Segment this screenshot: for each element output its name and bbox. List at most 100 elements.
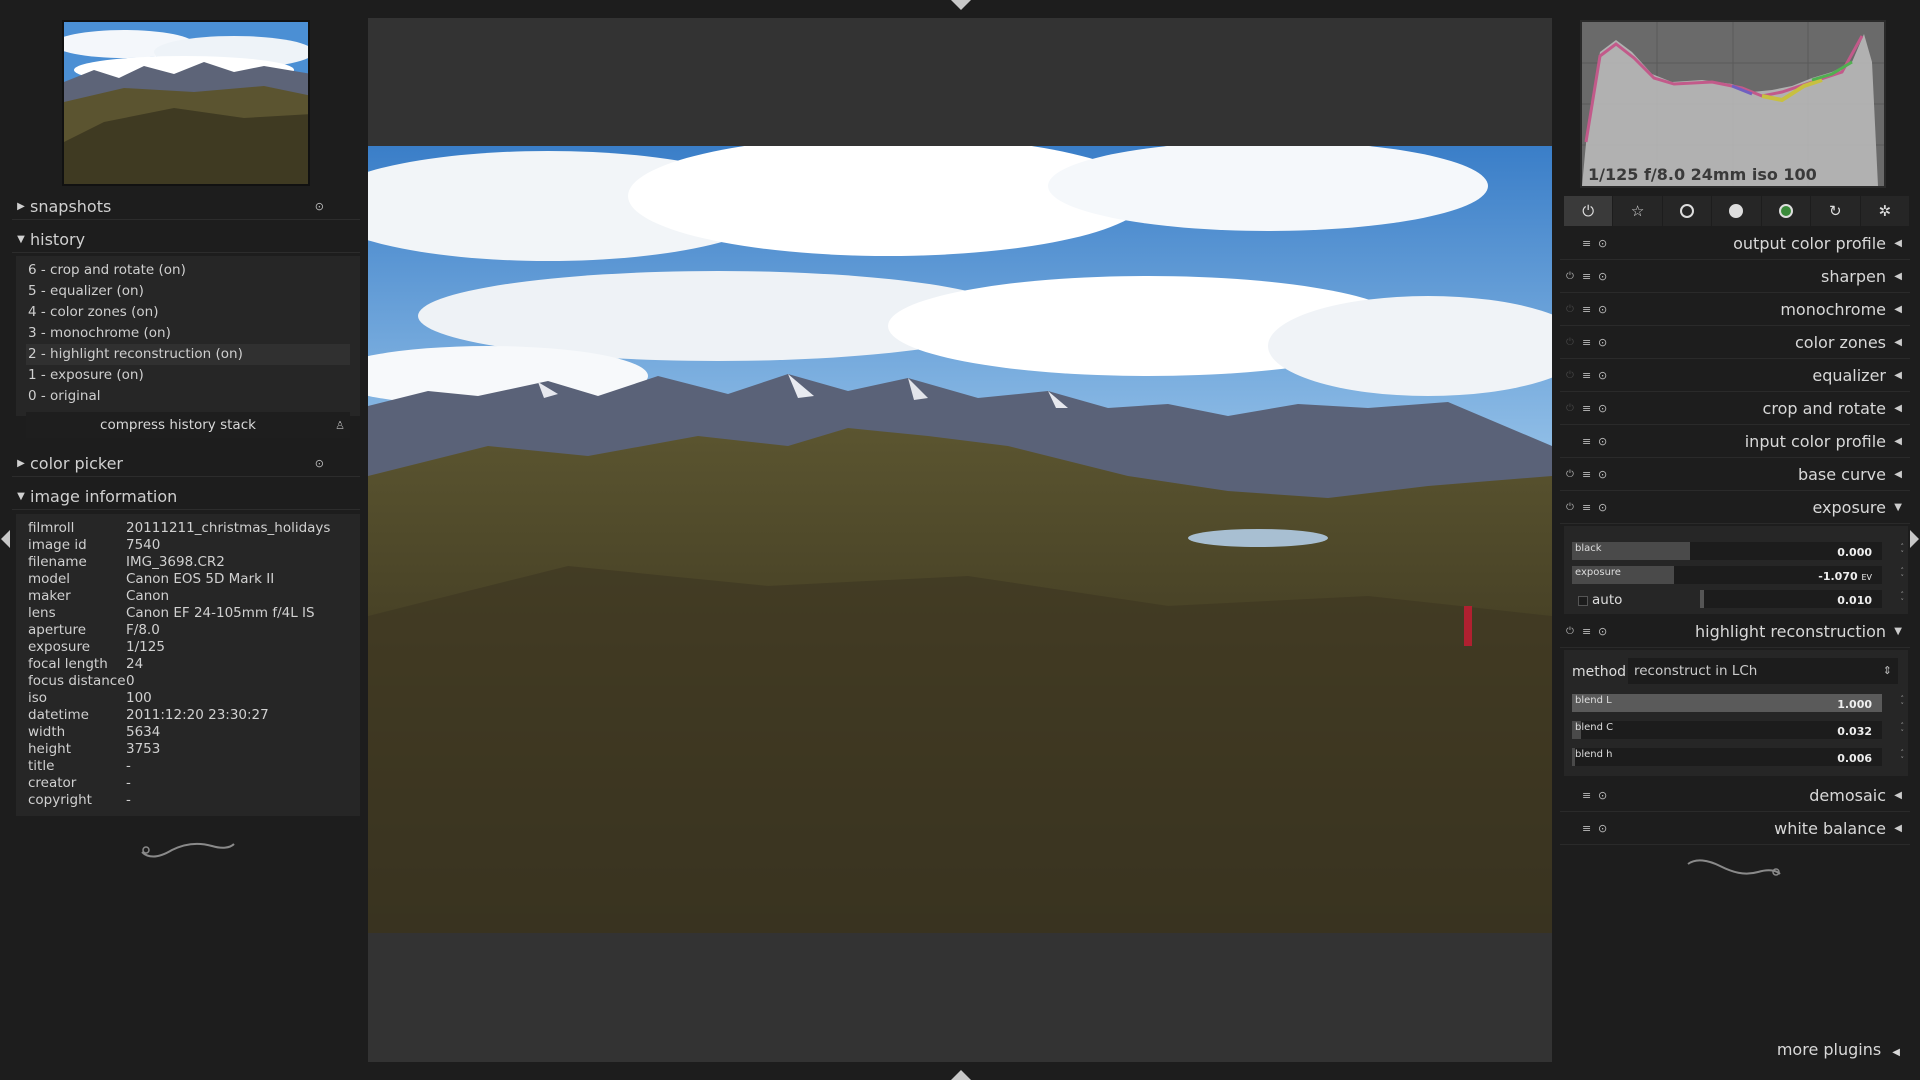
reset-icon[interactable]: ⊙ xyxy=(315,200,324,213)
compress-history-button[interactable]: compress history stack xyxy=(26,417,330,433)
tab-correct[interactable]: ↻ xyxy=(1811,196,1861,226)
presets-icon[interactable]: ≡ xyxy=(1582,435,1591,448)
presets-icon[interactable]: ≡ xyxy=(1582,237,1591,250)
reset-icon[interactable]: ⊙ xyxy=(1598,789,1607,802)
main-image[interactable] xyxy=(368,146,1552,933)
reset-icon[interactable]: ⊙ xyxy=(1598,625,1607,638)
info-row: copyright - xyxy=(28,792,348,809)
reset-icon[interactable]: ⊙ xyxy=(1598,435,1607,448)
reset-icon[interactable]: ⊙ xyxy=(1598,468,1607,481)
auto-percentile-slider[interactable]: 0.010 xyxy=(1700,590,1882,608)
blend-h-spin-icon[interactable]: ˄ ˅ xyxy=(1901,750,1905,764)
tab-effect[interactable]: ✲ xyxy=(1860,196,1910,226)
reset-icon[interactable]: ⊙ xyxy=(1598,369,1607,382)
module-exposure[interactable]: ⏻ ≡ ⊙ exposure ▼ xyxy=(1560,492,1910,524)
info-value: 7540 xyxy=(126,537,161,553)
power-icon[interactable]: ⏻ xyxy=(1566,502,1574,513)
power-icon[interactable]: ⏻ xyxy=(1566,403,1574,414)
blend-l-slider[interactable]: blend L 1.000 xyxy=(1572,694,1882,712)
reset-icon[interactable]: ⊙ xyxy=(1598,270,1607,283)
power-icon[interactable]: ⏻ xyxy=(1566,370,1574,381)
presets-icon[interactable]: ≡ xyxy=(1582,822,1591,835)
presets-icon[interactable]: ≡ xyxy=(1582,789,1591,802)
auto-checkbox[interactable] xyxy=(1578,596,1588,606)
snapshots-title: snapshots xyxy=(30,197,112,216)
center-view[interactable] xyxy=(368,18,1552,1062)
module-demosaic[interactable]: ≡ ⊙ demosaic ◀ xyxy=(1560,780,1910,812)
blend-h-slider[interactable]: blend h 0.006 xyxy=(1572,748,1882,766)
history-item-selected[interactable]: 2 - highlight reconstruction (on) xyxy=(26,344,350,365)
module-output-color-profile[interactable]: ≡ ⊙ output color profile ◀ xyxy=(1560,228,1910,260)
black-slider[interactable]: black 0.000 xyxy=(1572,542,1882,560)
history-item[interactable]: 1 - exposure (on) xyxy=(26,365,350,386)
presets-icon[interactable]: ≡ xyxy=(1582,303,1591,316)
module-equalizer[interactable]: ⏻ ≡ ⊙ equalizer ◀ xyxy=(1560,360,1910,392)
blend-l-spin-icon[interactable]: ˄ ˅ xyxy=(1901,696,1905,710)
module-monochrome[interactable]: ⏻ ≡ ⊙ monochrome ◀ xyxy=(1560,294,1910,326)
module-sharpen[interactable]: ⏻ ≡ ⊙ sharpen ◀ xyxy=(1560,261,1910,293)
module-highlight-reconstruction[interactable]: ⏻ ≡ ⊙ highlight reconstruction ▼ xyxy=(1560,616,1910,648)
black-spin-icon[interactable]: ˄ ˅ xyxy=(1901,544,1905,558)
module-crop-and-rotate[interactable]: ⏻ ≡ ⊙ crop and rotate ◀ xyxy=(1560,393,1910,425)
module-input-color-profile[interactable]: ≡ ⊙ input color profile ◀ xyxy=(1560,426,1910,458)
power-icon[interactable]: ⏻ xyxy=(1566,271,1574,282)
tab-color[interactable] xyxy=(1761,196,1812,226)
exposure-spin-icon[interactable]: ˄ ˅ xyxy=(1901,568,1905,582)
expand-arrow-icon: ◀ xyxy=(1894,271,1902,282)
navigation-thumbnail[interactable] xyxy=(62,20,310,186)
blend-c-spin-icon[interactable]: ˄ ˅ xyxy=(1901,723,1905,737)
module-base-curve[interactable]: ⏻ ≡ ⊙ base curve ◀ xyxy=(1560,459,1910,491)
exposure-slider[interactable]: exposure -1.070 EV xyxy=(1572,566,1882,584)
black-value: 0.000 xyxy=(1837,546,1872,559)
reset-icon[interactable]: ⊙ xyxy=(1598,402,1607,415)
auto-spin-icon[interactable]: ˄ ˅ xyxy=(1901,592,1905,606)
create-style-icon[interactable]: ♙ xyxy=(330,419,350,432)
reset-icon[interactable]: ⊙ xyxy=(1598,303,1607,316)
tab-basic[interactable] xyxy=(1662,196,1713,226)
reset-icon[interactable]: ⊙ xyxy=(1598,336,1607,349)
highlight-reconstruction-controls: method reconstruct in LCh ⇕ blend L 1.00… xyxy=(1564,650,1908,776)
power-icon[interactable]: ⏻ xyxy=(1566,469,1574,480)
info-key: creator xyxy=(28,775,77,791)
history-header[interactable]: ▼ history xyxy=(12,227,360,253)
power-icon[interactable]: ⏻ xyxy=(1566,337,1574,348)
blend-c-slider[interactable]: blend C 0.032 xyxy=(1572,721,1882,739)
info-key: model xyxy=(28,571,71,587)
method-select[interactable]: reconstruct in LCh ⇕ xyxy=(1628,658,1898,684)
info-value: Canon EOS 5D Mark II xyxy=(126,571,275,587)
module-white-balance[interactable]: ≡ ⊙ white balance ◀ xyxy=(1560,813,1910,845)
color-picker-header[interactable]: ▶ color picker ⊙ xyxy=(12,451,360,477)
toggle-top-panel-arrow[interactable] xyxy=(951,0,971,10)
presets-icon[interactable]: ≡ xyxy=(1582,369,1591,382)
history-item[interactable]: 3 - monochrome (on) xyxy=(26,323,350,344)
toggle-bottom-panel-arrow[interactable] xyxy=(951,1070,971,1080)
presets-icon[interactable]: ≡ xyxy=(1582,468,1591,481)
tab-tone[interactable] xyxy=(1712,196,1762,226)
tab-favorites[interactable]: ☆ xyxy=(1613,196,1663,226)
reset-icon[interactable]: ⊙ xyxy=(1598,237,1607,250)
presets-icon[interactable]: ≡ xyxy=(1582,270,1591,283)
presets-icon[interactable]: ≡ xyxy=(1582,336,1591,349)
presets-icon[interactable]: ≡ xyxy=(1582,501,1591,514)
history-item[interactable]: 6 - crop and rotate (on) xyxy=(26,260,350,281)
toggle-right-panel-arrow[interactable] xyxy=(1910,530,1919,548)
power-icon[interactable]: ⏻ xyxy=(1566,626,1574,637)
snapshots-header[interactable]: ▶ snapshots ⊙ xyxy=(12,194,360,220)
history-item[interactable]: 5 - equalizer (on) xyxy=(26,281,350,302)
toggle-left-panel-arrow[interactable] xyxy=(1,530,10,548)
reset-icon[interactable]: ⊙ xyxy=(315,457,324,470)
history-item[interactable]: 4 - color zones (on) xyxy=(26,302,350,323)
module-color-zones[interactable]: ⏻ ≡ ⊙ color zones ◀ xyxy=(1560,327,1910,359)
presets-icon[interactable]: ≡ xyxy=(1582,402,1591,415)
histogram[interactable]: 1/125 f/8.0 24mm iso 100 xyxy=(1580,20,1886,188)
tab-active-modules[interactable]: ⏻ xyxy=(1564,196,1614,226)
info-key: datetime xyxy=(28,707,89,723)
info-row: creator - xyxy=(28,775,348,792)
image-information-header[interactable]: ▼ image information xyxy=(12,484,360,510)
more-plugins-button[interactable]: more plugins ◀ xyxy=(1777,1040,1900,1059)
history-item[interactable]: 0 - original xyxy=(26,386,350,407)
reset-icon[interactable]: ⊙ xyxy=(1598,822,1607,835)
power-icon[interactable]: ⏻ xyxy=(1566,304,1574,315)
presets-icon[interactable]: ≡ xyxy=(1582,625,1591,638)
reset-icon[interactable]: ⊙ xyxy=(1598,501,1607,514)
